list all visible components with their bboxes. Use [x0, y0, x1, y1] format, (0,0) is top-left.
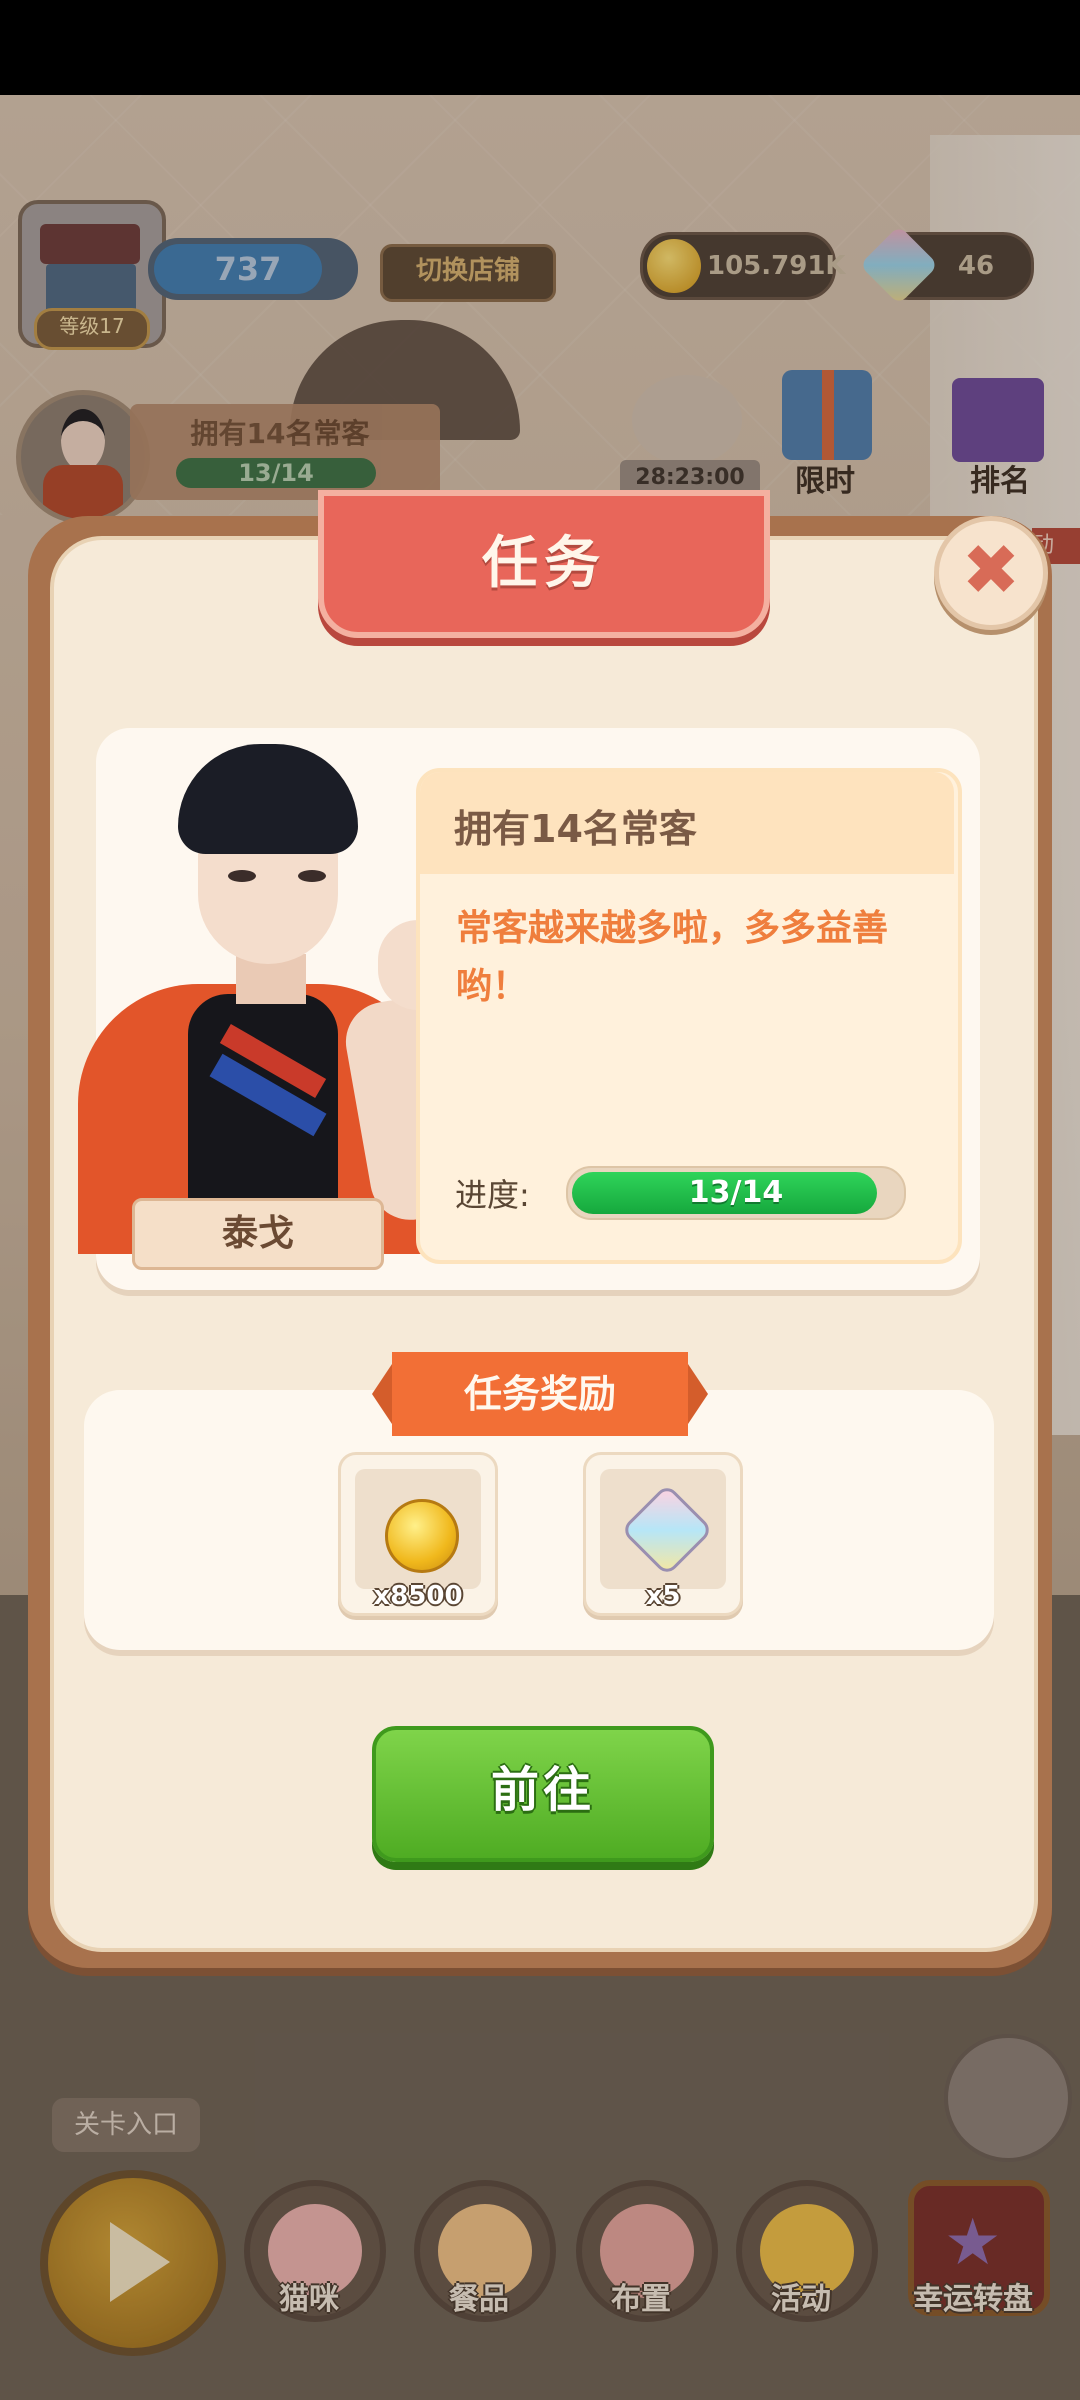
portrait-eye	[228, 870, 256, 882]
portrait-eye	[298, 870, 326, 882]
character-name-plate: 泰戈	[132, 1198, 384, 1270]
task-progress-bar: 13/14	[566, 1166, 906, 1220]
reward-item-gems[interactable]: x5	[583, 1452, 743, 1616]
modal-title: 任务	[482, 531, 606, 596]
reward-quantity: x5	[645, 1581, 681, 1611]
task-description: 常客越来越多啦，多多益善哟！	[456, 908, 889, 1007]
close-button[interactable]: ✖	[934, 516, 1048, 630]
task-name-header: 拥有14名常客	[420, 772, 954, 874]
progress-label: 进度:	[455, 1176, 530, 1214]
reward-item-coins[interactable]: x8500	[338, 1452, 498, 1616]
status-bar	[0, 0, 1080, 95]
go-button[interactable]: 前往	[372, 1726, 714, 1862]
reward-quantity: x8500	[373, 1581, 463, 1611]
go-button-label: 前往	[490, 1762, 595, 1818]
close-icon: ✖	[961, 529, 1021, 611]
portrait-hair	[178, 744, 358, 854]
modal-title-ribbon: 任务	[318, 490, 770, 638]
task-progress-text: 13/14	[688, 1175, 784, 1210]
character-name: 泰戈	[221, 1213, 294, 1254]
reward-title: 任务奖励	[463, 1372, 616, 1416]
task-name: 拥有14名常客	[454, 807, 697, 851]
gold-coin-icon	[385, 1499, 459, 1573]
reward-title-ribbon: 任务奖励	[372, 1352, 708, 1436]
